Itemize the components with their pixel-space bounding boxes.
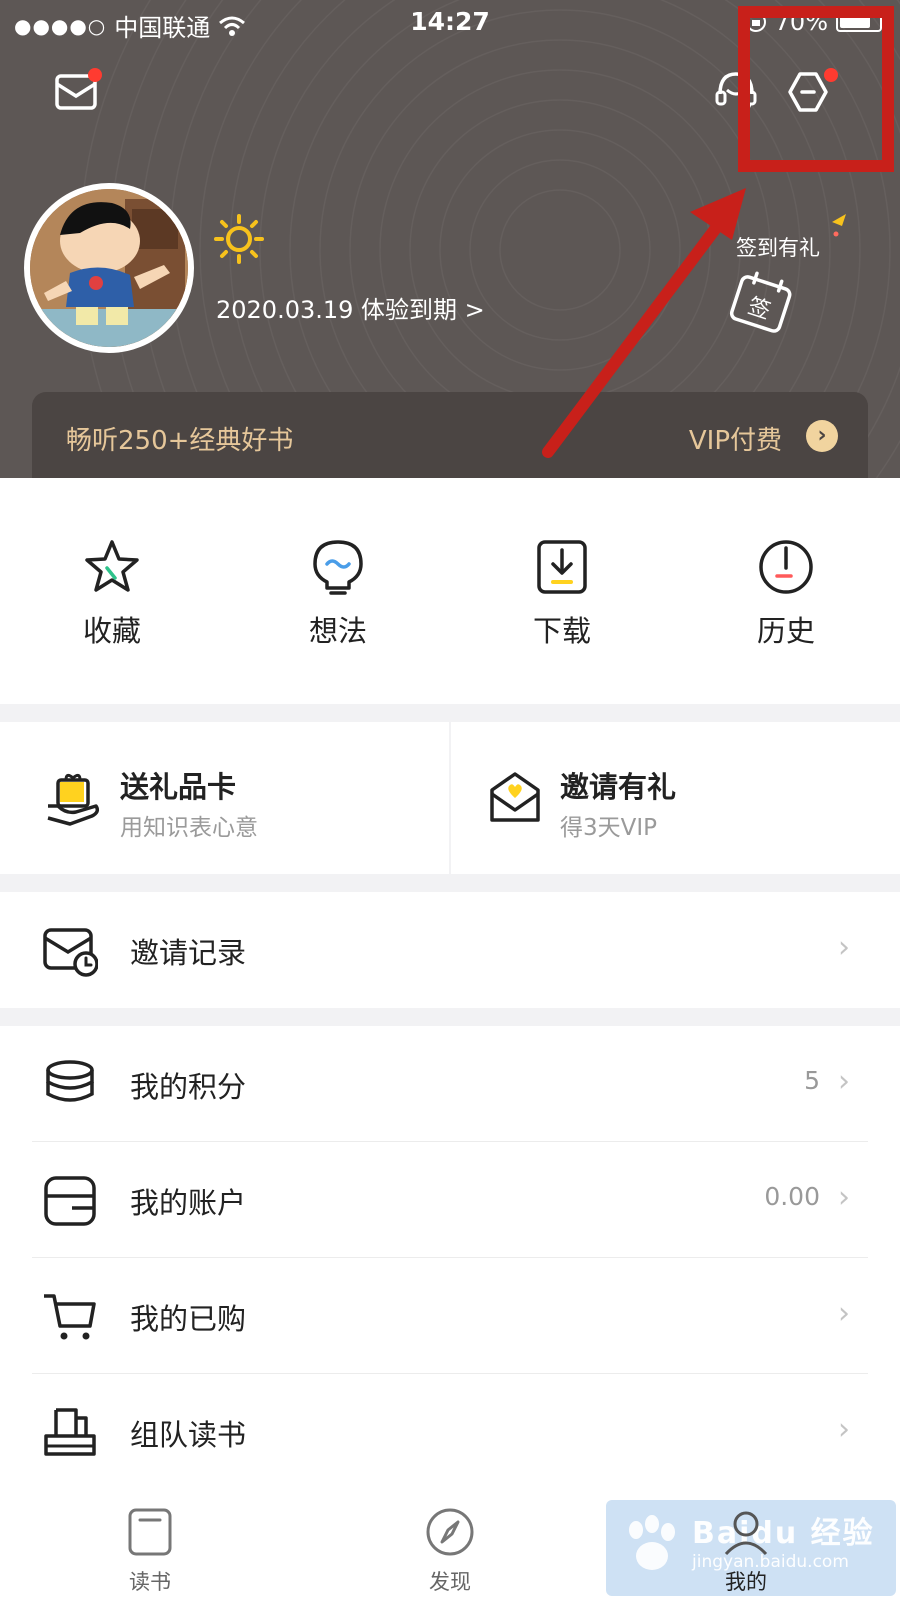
- settings-badge: [824, 68, 838, 82]
- cart-icon: [44, 1294, 96, 1340]
- rotation-lock-icon: [745, 12, 766, 32]
- chevron-right-icon: ›: [838, 930, 850, 965]
- unread-badge: [88, 68, 102, 82]
- sun-level-icon: [214, 214, 264, 264]
- quick-action-favorites[interactable]: 收藏: [52, 538, 172, 650]
- compass-icon: [426, 1508, 474, 1556]
- quick-action-label: 收藏: [82, 614, 141, 648]
- chevron-right-icon: ›: [838, 1064, 850, 1099]
- tab-label: 发现: [429, 1570, 471, 1594]
- gift-card-title: 送礼品卡: [120, 770, 237, 804]
- row-label: 我的账户: [130, 1186, 247, 1220]
- row-label: 我的已购: [130, 1302, 247, 1336]
- status-bar: ●●●●○ 中国联通 14:27 70%: [0, 0, 900, 44]
- download-icon: [537, 540, 587, 594]
- coins-icon: [46, 1060, 94, 1102]
- baidu-watermark: Baidu 经验 jingyan.baidu.com 我的: [606, 1500, 896, 1596]
- row-label: 我的积分: [130, 1070, 247, 1104]
- user-icon: [724, 1511, 768, 1556]
- gift-card-subtitle: 用知识表心意: [120, 815, 258, 841]
- chevron-right-icon: ›: [838, 1296, 850, 1331]
- tab-label: 我的: [725, 1570, 767, 1594]
- headset-icon: [715, 72, 757, 114]
- wallet-icon: [44, 1176, 96, 1226]
- chevron-right-icon: ›: [838, 1412, 850, 1447]
- row-label: 邀请记录: [130, 936, 247, 970]
- confetti-dot-icon: [727, 227, 733, 233]
- chevron-right-icon[interactable]: ›: [806, 420, 838, 452]
- checkin-calendar-icon[interactable]: 签: [726, 268, 796, 338]
- team-reading-icon: [44, 1408, 96, 1456]
- avatar[interactable]: [24, 183, 194, 353]
- tab-reading[interactable]: 读书: [50, 1490, 250, 1600]
- tab-discover[interactable]: 发现: [350, 1490, 550, 1600]
- quick-action-label: 下载: [532, 614, 591, 648]
- confetti-icon: [832, 214, 846, 237]
- invite-gift-title: 邀请有礼: [560, 770, 677, 804]
- customer-service-button[interactable]: [712, 68, 764, 120]
- invite-gift-subtitle: 得3天VIP: [560, 815, 658, 841]
- svg-text:签: 签: [745, 294, 774, 325]
- star-icon: [85, 540, 139, 592]
- points-value: 5: [804, 1066, 820, 1095]
- settings-button[interactable]: [784, 68, 838, 120]
- vip-promo-bar[interactable]: 畅听250+经典好书 VIP付费 ›: [32, 392, 868, 478]
- checkin-label[interactable]: 签到有礼: [736, 232, 820, 262]
- profile-header: ●●●●○ 中国联通 14:27 70% 2020.03.19 体验到期 > 签…: [0, 0, 900, 478]
- purchased-row[interactable]: 我的已购 ›: [0, 1258, 900, 1374]
- message-button[interactable]: [52, 68, 104, 120]
- quick-action-label: 想法: [308, 614, 367, 648]
- avatar-cartoon-image: [30, 189, 188, 347]
- account-row[interactable]: 我的账户 0.00 ›: [0, 1142, 900, 1258]
- vip-pay-label[interactable]: VIP付费: [689, 420, 782, 457]
- gift-cards-section: 送礼品卡 用知识表心意 邀请有礼 得3天VIP: [0, 722, 900, 874]
- quick-action-label: 历史: [756, 614, 815, 648]
- gift-card-icon: [47, 773, 100, 826]
- team-reading-row[interactable]: 组队读书 ›: [0, 1374, 900, 1490]
- vip-promo-text: 畅听250+经典好书: [66, 426, 294, 456]
- chevron-right-icon: ›: [838, 1180, 850, 1215]
- invite-record-row[interactable]: 邀请记录 ›: [0, 892, 900, 1008]
- quick-action-history[interactable]: 历史: [726, 538, 846, 650]
- tab-mine[interactable]: 我的: [646, 1490, 846, 1600]
- quick-action-thoughts[interactable]: 想法: [278, 538, 398, 650]
- invite-record-card: 邀请记录 ›: [0, 892, 900, 1008]
- account-balance: 0.00: [764, 1182, 820, 1211]
- quick-action-downloads[interactable]: 下载: [502, 538, 622, 650]
- gift-card-entry[interactable]: 送礼品卡 用知识表心意: [0, 722, 440, 874]
- lightbulb-icon: [313, 540, 363, 595]
- clock-icon: [759, 540, 813, 594]
- vip-expire-link[interactable]: 2020.03.19 体验到期 >: [216, 290, 485, 325]
- account-list-card: 我的积分 5 › 我的账户 0.00 › 我的已购 › 组队读书 ›: [0, 1026, 900, 1490]
- row-label: 组队读书: [130, 1418, 247, 1452]
- envelope-heart-icon: [490, 772, 540, 822]
- quick-actions: 收藏 想法 下载 历史: [0, 478, 900, 704]
- tab-label: 读书: [129, 1570, 171, 1594]
- invite-record-icon: [43, 928, 98, 977]
- battery-percent: 70%: [774, 8, 828, 36]
- points-row[interactable]: 我的积分 5 ›: [0, 1026, 900, 1142]
- battery-icon: [836, 12, 882, 32]
- book-icon: [128, 1508, 172, 1556]
- invite-gift-entry[interactable]: 邀请有礼 得3天VIP: [450, 722, 890, 874]
